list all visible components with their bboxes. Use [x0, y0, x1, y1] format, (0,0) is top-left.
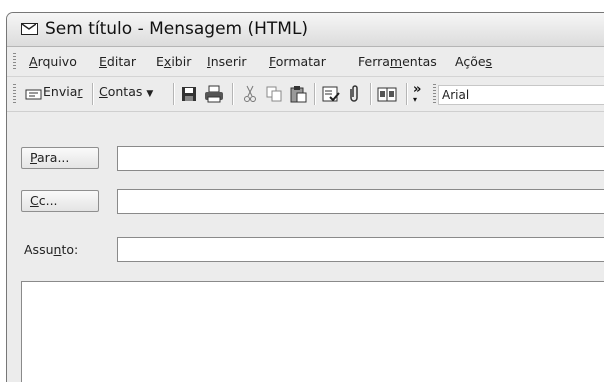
menu-ferramentas[interactable]: Ferramentas: [358, 54, 437, 69]
envelope-icon: [21, 23, 38, 35]
toolbar-separator: [406, 83, 407, 105]
menu-acoes[interactable]: Ações: [455, 54, 492, 69]
dropdown-arrow-icon: ▼: [146, 89, 154, 99]
address-book-icon[interactable]: [377, 85, 397, 103]
menubar-grip[interactable]: [13, 53, 16, 71]
toolbar-separator: [232, 83, 233, 105]
attach-icon[interactable]: [347, 85, 361, 103]
to-button[interactable]: Para...: [21, 147, 99, 169]
send-button[interactable]: Enviar: [43, 84, 83, 99]
title-bar: Sem título - Mensagem (HTML): [7, 13, 604, 47]
save-icon[interactable]: [180, 85, 198, 103]
check-names-icon[interactable]: [322, 85, 340, 103]
overflow-chevron-icon[interactable]: » ▾: [413, 83, 425, 104]
cut-icon[interactable]: [241, 85, 259, 103]
toolbar-separator: [314, 83, 315, 105]
cc-button[interactable]: Cc...: [21, 190, 99, 212]
cc-field[interactable]: [117, 189, 604, 214]
to-field[interactable]: [117, 146, 604, 171]
standard-toolbar: Enviar Contas ▼ » ▾ Arial: [7, 77, 604, 112]
menu-bar: Arquivo Editar Exibir Inserir Formatar F…: [7, 47, 604, 77]
toolbar-grip[interactable]: [13, 84, 16, 104]
send-icon[interactable]: [25, 85, 42, 103]
menu-editar[interactable]: Editar: [99, 54, 136, 69]
menu-inserir[interactable]: Inserir: [207, 54, 247, 69]
font-name-combo[interactable]: Arial: [438, 85, 604, 105]
print-icon[interactable]: [204, 85, 224, 103]
paste-icon[interactable]: [289, 85, 307, 103]
toolbar-separator: [173, 83, 174, 105]
subject-label: Assunto:: [24, 242, 79, 257]
menu-exibir[interactable]: Exibir: [156, 54, 191, 69]
message-window: Sem título - Mensagem (HTML) Arquivo Edi…: [6, 12, 604, 382]
accounts-button[interactable]: Contas ▼: [99, 84, 153, 99]
subject-field[interactable]: [117, 237, 604, 262]
copy-icon[interactable]: [265, 85, 283, 103]
window-title: Sem título - Mensagem (HTML): [45, 19, 309, 39]
menu-arquivo[interactable]: Arquivo: [29, 54, 77, 69]
menu-formatar[interactable]: Formatar: [269, 54, 326, 69]
toolbar-separator: [370, 83, 371, 105]
message-body[interactable]: [21, 281, 604, 382]
toolbar-grip[interactable]: [433, 84, 436, 104]
toolbar-separator: [92, 83, 93, 105]
